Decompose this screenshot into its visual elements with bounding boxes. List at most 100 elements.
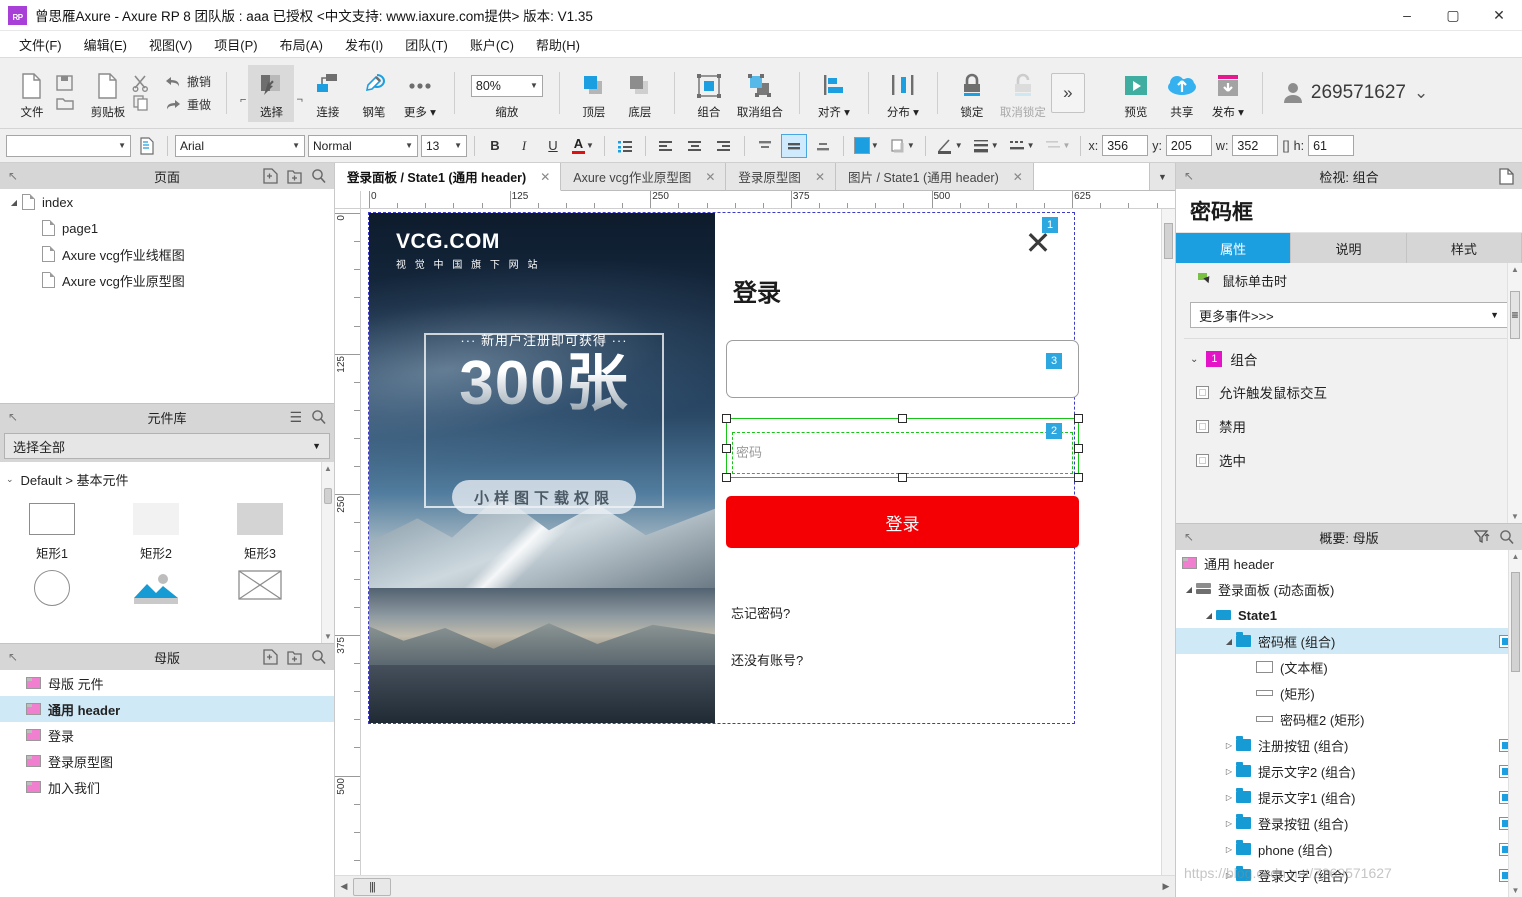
ribbon-expand-button[interactable]: » xyxy=(1050,73,1085,113)
outline-row-login-button[interactable]: ▷ 登录按钮 (组合) xyxy=(1176,810,1522,836)
connect-tool[interactable]: 连接 xyxy=(305,65,351,122)
scroll-thumb[interactable] xyxy=(1511,572,1520,672)
font-size-combo[interactable]: 13 ▼ xyxy=(421,134,467,157)
scroll-right-icon[interactable]: ▶ xyxy=(1157,881,1175,892)
collapse-icon[interactable]: ↖ xyxy=(8,169,18,183)
valign-bottom-button[interactable] xyxy=(810,134,836,158)
close-icon[interactable]: ✕ xyxy=(540,170,550,184)
library-group-header[interactable]: ⌄ Default > 基本元件 xyxy=(0,462,334,493)
zoom-combo[interactable]: 80% ▼ xyxy=(470,74,543,97)
outline-row-password-group[interactable]: ◢ 密码框 (组合) xyxy=(1176,628,1522,654)
lock-tool[interactable]: 锁定 xyxy=(949,65,995,122)
widget-circle[interactable] xyxy=(0,564,104,608)
scroll-thumb[interactable] xyxy=(1164,223,1173,259)
checkbox-disabled[interactable]: 禁用 xyxy=(1176,409,1522,443)
line-width-button[interactable]: ▼ xyxy=(969,134,1002,158)
tab-login-panel-state1[interactable]: 登录面板 / State1 (通用 header) ✕ xyxy=(335,163,562,191)
checkbox-icon[interactable] xyxy=(1196,453,1209,467)
expand-triangle-icon[interactable]: ◢ xyxy=(1202,611,1216,620)
scroll-left-icon[interactable]: ◀ xyxy=(335,881,353,892)
collapse-icon[interactable]: ↖ xyxy=(8,410,18,424)
close-icon[interactable]: ✕ xyxy=(815,170,825,184)
preview-tool[interactable]: 预览 xyxy=(1113,65,1159,122)
align-right-button[interactable] xyxy=(711,134,737,158)
line-color-button[interactable]: ▼ xyxy=(933,134,966,158)
master-row-components[interactable]: 母版 元件 xyxy=(0,670,334,696)
hero-image[interactable]: VCG.COM 视 觉 中 国 旗 下 网 站 ··· 新用户注册即可获得 ··… xyxy=(369,213,715,723)
checkbox-allow-mouse-interaction[interactable]: 允许触发鼠标交互 xyxy=(1176,375,1522,409)
more-tools-button[interactable]: 更多 ▾ xyxy=(397,65,443,122)
annotation-badge-2[interactable]: 2 xyxy=(1046,423,1062,439)
menu-project[interactable]: 项目(P) xyxy=(203,32,268,57)
tab-image-state1[interactable]: 图片 / State1 (通用 header) ✕ xyxy=(836,163,1034,190)
annotation-badge-1[interactable]: 1 xyxy=(1042,217,1058,233)
tab-overflow-button[interactable]: ▼ xyxy=(1149,163,1175,190)
close-icon[interactable]: ✕ xyxy=(705,170,715,184)
collapse-triangle-icon[interactable]: ▷ xyxy=(1222,767,1236,776)
collapse-icon[interactable]: ↖ xyxy=(1184,169,1194,183)
group-section-header[interactable]: ⌄ 1 组合 xyxy=(1176,339,1522,375)
search-icon[interactable] xyxy=(311,168,326,184)
resize-handle-sw[interactable] xyxy=(722,473,731,482)
master-row-header[interactable]: 通用 header xyxy=(0,696,334,722)
collapse-icon[interactable]: ↖ xyxy=(8,650,18,664)
cut-icon[interactable] xyxy=(131,74,151,92)
align-left-button[interactable] xyxy=(653,134,679,158)
font-color-button[interactable]: A ▼ xyxy=(569,134,597,158)
menu-view[interactable]: 视图(V) xyxy=(138,32,203,57)
vertical-ruler[interactable]: 0125250375500625 xyxy=(335,209,361,875)
redo-button[interactable]: 重做 xyxy=(161,94,215,115)
close-button[interactable]: ✕ xyxy=(1476,0,1522,31)
menu-account[interactable]: 账户(C) xyxy=(459,32,525,57)
file-tool[interactable]: 文件 xyxy=(9,65,55,122)
add-folder-icon[interactable] xyxy=(287,168,302,184)
login-pane[interactable]: ✕ 1 登录 3 密码 2 登录 忘记密码? 还没有账号? xyxy=(715,213,1083,723)
annotation-badge-3[interactable]: 3 xyxy=(1046,353,1062,369)
resize-handle-e[interactable] xyxy=(1074,444,1083,453)
page-row-page1[interactable]: page1 xyxy=(0,215,334,241)
close-icon[interactable]: ✕ xyxy=(1013,170,1023,184)
outline-row-hint-text1[interactable]: ▷ 提示文字1 (组合) xyxy=(1176,784,1522,810)
expand-triangle-icon[interactable]: ◢ xyxy=(6,198,22,207)
fill-color-button[interactable]: ▼ xyxy=(851,134,882,158)
outline-row-rect[interactable]: (矩形) xyxy=(1176,680,1522,706)
close-icon[interactable]: ✕ xyxy=(1024,227,1052,259)
menu-help[interactable]: 帮助(H) xyxy=(525,32,591,57)
artboard-login-panel[interactable]: VCG.COM 视 觉 中 国 旗 下 网 站 ··· 新用户注册即可获得 ··… xyxy=(368,212,1083,724)
clipboard-tool[interactable]: 剪贴板 xyxy=(85,65,131,122)
horizontal-ruler[interactable]: 0125250375500625750 xyxy=(361,191,1175,209)
scroll-up-icon[interactable]: ▲ xyxy=(1508,265,1522,274)
resize-handle-ne[interactable] xyxy=(1074,414,1083,423)
collapse-triangle-icon[interactable]: ▷ xyxy=(1222,819,1236,828)
bring-to-front-tool[interactable]: 顶层 xyxy=(571,65,617,122)
maximize-button[interactable]: ▢ xyxy=(1430,0,1476,31)
library-select[interactable]: 选择全部 ▼ xyxy=(4,433,330,459)
scroll-up-icon[interactable]: ▲ xyxy=(1509,552,1522,561)
menu-file[interactable]: 文件(F) xyxy=(8,32,73,57)
library-scrollbar[interactable]: ▲ ▼ xyxy=(321,462,334,643)
canvas-horizontal-scrollbar[interactable]: ◀ ||| ▶ xyxy=(335,875,1175,897)
outline-scrollbar[interactable]: ▲ ▼ xyxy=(1508,550,1522,897)
outline-row-textbox[interactable]: (文本框) xyxy=(1176,654,1522,680)
expand-triangle-icon[interactable]: ◢ xyxy=(1222,637,1236,646)
style-apply-button[interactable] xyxy=(134,134,160,158)
checkbox-selected[interactable]: 选中 xyxy=(1176,443,1522,477)
ungroup-tool[interactable]: 取消组合 xyxy=(732,65,788,122)
forgot-password-link[interactable]: 忘记密码? xyxy=(731,603,790,622)
collapse-triangle-icon[interactable]: ▷ xyxy=(1222,845,1236,854)
collapse-icon[interactable]: ↖ xyxy=(1184,530,1194,544)
font-family-combo[interactable]: Arial ▼ xyxy=(175,134,305,157)
x-input[interactable] xyxy=(1102,135,1149,156)
zoom-tool[interactable]: 80% ▼ 缩放 xyxy=(466,65,548,122)
valign-middle-button[interactable] xyxy=(780,133,807,158)
valign-top-button[interactable] xyxy=(752,134,778,158)
shadow-button[interactable]: ▼ xyxy=(885,134,918,158)
resize-handle-s[interactable] xyxy=(898,473,907,482)
outline-row-register-button[interactable]: ▷ 注册按钮 (组合) xyxy=(1176,732,1522,758)
expand-triangle-icon[interactable]: ◢ xyxy=(1182,585,1196,594)
menu-edit[interactable]: 编辑(E) xyxy=(73,32,138,57)
master-row-login[interactable]: 登录 xyxy=(0,722,334,748)
login-button[interactable]: 登录 xyxy=(726,496,1079,548)
search-icon[interactable] xyxy=(311,409,326,425)
add-folder-icon[interactable] xyxy=(287,649,302,665)
